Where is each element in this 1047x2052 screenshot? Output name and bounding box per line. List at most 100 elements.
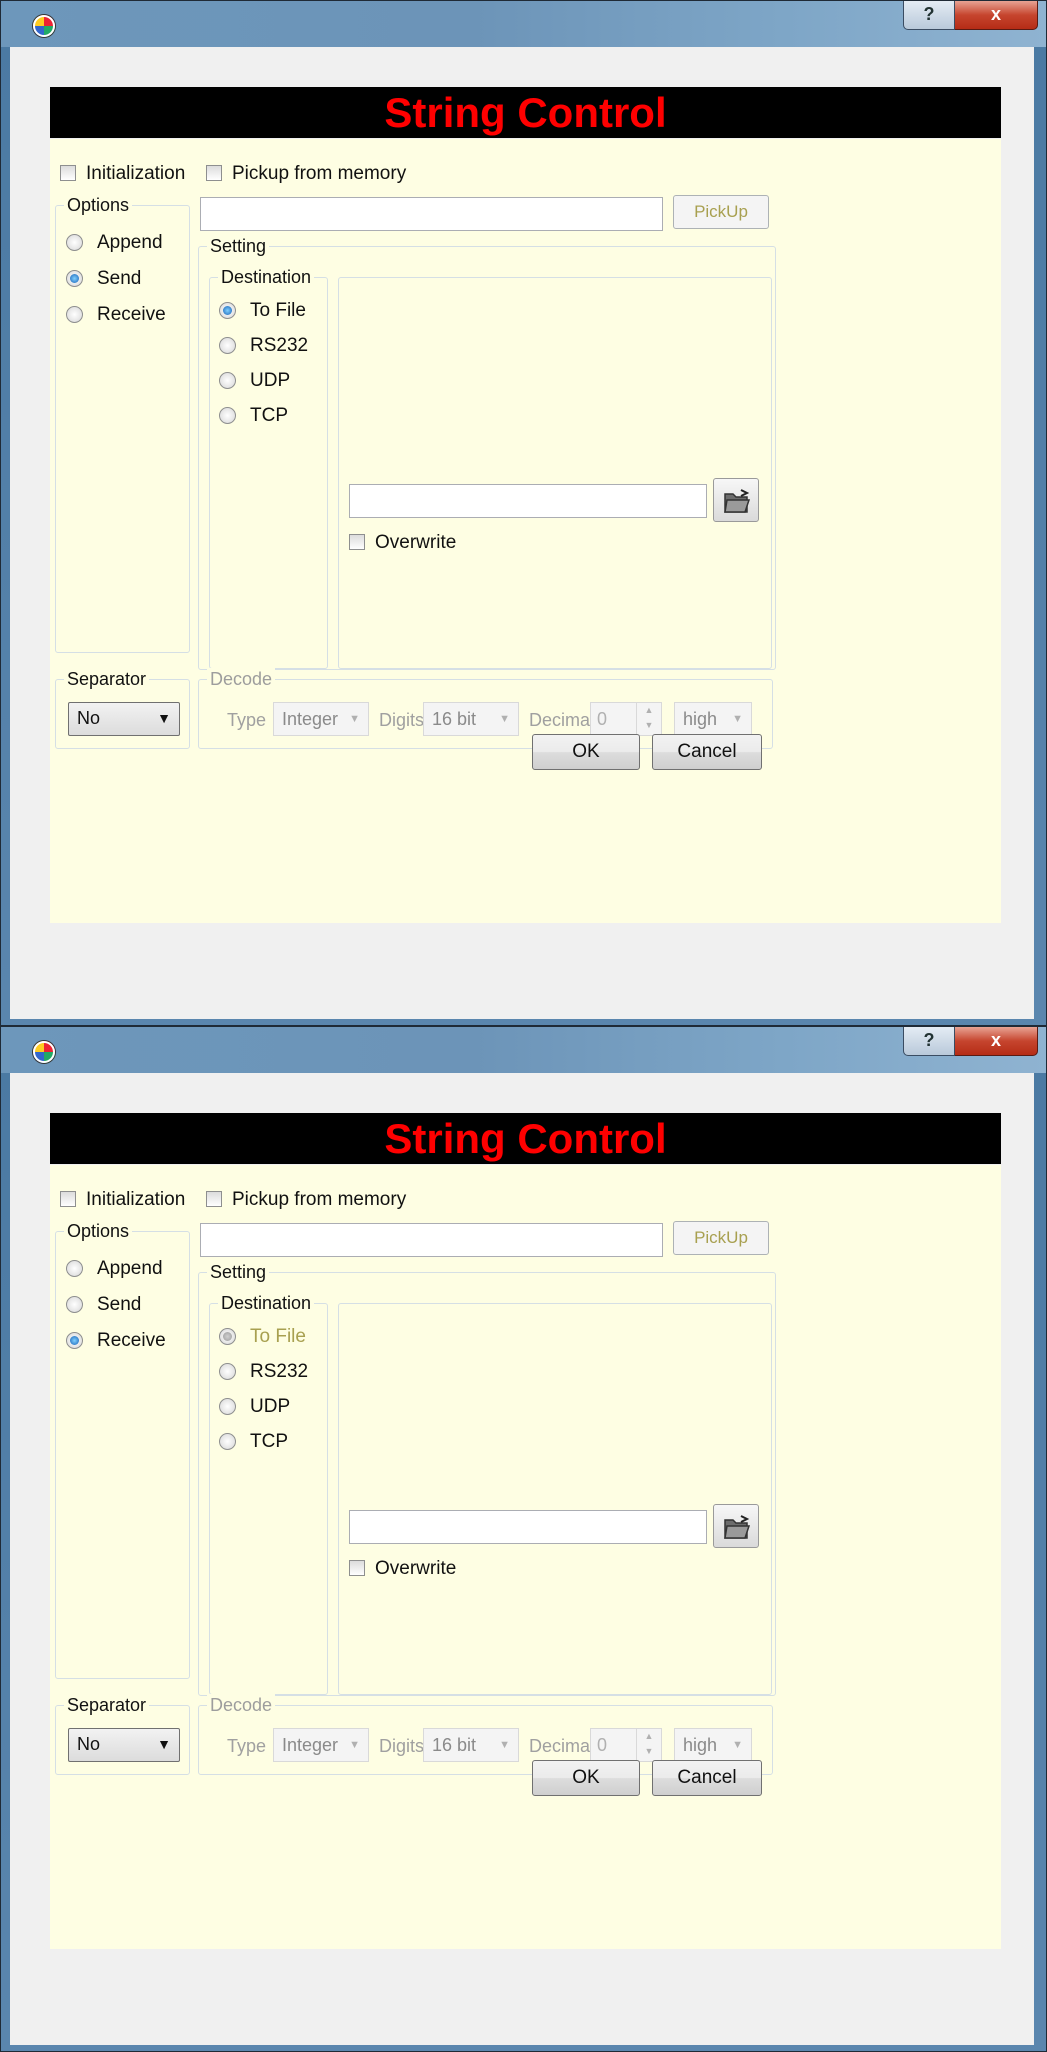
file-path-input[interactable] bbox=[349, 484, 707, 518]
initialization-checkbox[interactable]: Initialization bbox=[60, 163, 185, 185]
setting-title: Setting bbox=[207, 235, 270, 257]
dialog-send: ? x String Control Initialization Pickup… bbox=[0, 0, 1047, 1026]
pickup-input[interactable] bbox=[200, 197, 663, 231]
separator-select[interactable]: No ▼ bbox=[68, 1728, 180, 1762]
folder-open-icon bbox=[724, 489, 751, 513]
destination-tcp-label: TCP bbox=[250, 405, 288, 426]
options-title: Options bbox=[64, 1220, 133, 1242]
pickup-button[interactable]: PickUp bbox=[673, 1221, 769, 1255]
pickup-button[interactable]: PickUp bbox=[673, 195, 769, 229]
endian-select[interactable]: high ▼ bbox=[674, 1728, 752, 1762]
decimal-value: 0 bbox=[597, 709, 608, 729]
main-panel: Initialization Pickup from memory Option… bbox=[50, 139, 1001, 923]
pickup-checkbox[interactable]: Pickup from memory bbox=[206, 1189, 406, 1211]
endian-select[interactable]: high ▼ bbox=[674, 702, 752, 736]
pickup-input[interactable] bbox=[200, 1223, 663, 1257]
setting-group: Setting Destination To File RS232 UDP TC… bbox=[198, 1261, 776, 1696]
dropdown-arrow-icon: ▼ bbox=[349, 713, 360, 725]
help-button[interactable]: ? bbox=[903, 1, 955, 30]
folder-open-icon bbox=[724, 1515, 751, 1539]
destination-rs232-label: RS232 bbox=[250, 1361, 309, 1382]
pickup-label: Pickup from memory bbox=[232, 163, 407, 184]
option-append-label: Append bbox=[97, 232, 163, 253]
separator-value: No bbox=[77, 708, 101, 728]
type-label: Type bbox=[227, 710, 267, 730]
dropdown-arrow-icon: ▼ bbox=[732, 713, 743, 725]
initialization-label: Initialization bbox=[86, 1189, 186, 1210]
decimal-spinner[interactable]: 0 ▲ ▼ bbox=[590, 702, 662, 736]
dropdown-arrow-icon: ▼ bbox=[732, 1739, 743, 1751]
destination-tcp-radio[interactable]: TCP bbox=[219, 405, 288, 427]
banner-title: String Control bbox=[50, 1113, 1001, 1164]
help-button[interactable]: ? bbox=[903, 1027, 955, 1056]
setting-group: Setting Destination To File RS232 UDP TC… bbox=[198, 235, 776, 670]
destination-tcp-radio[interactable]: TCP bbox=[219, 1431, 288, 1453]
title-bar[interactable]: ? x bbox=[1, 1027, 1046, 1073]
option-send-radio[interactable]: Send bbox=[66, 268, 141, 290]
overwrite-checkbox[interactable]: Overwrite bbox=[349, 1558, 456, 1580]
digits-value: 16 bit bbox=[432, 709, 477, 729]
digits-select[interactable]: 16 bit ▼ bbox=[423, 1728, 519, 1762]
type-select[interactable]: Integer ▼ bbox=[273, 702, 369, 736]
decimal-spinner[interactable]: 0 ▲ ▼ bbox=[590, 1728, 662, 1762]
destination-group: Destination To File RS232 UDP TCP bbox=[209, 266, 328, 669]
digits-select[interactable]: 16 bit ▼ bbox=[423, 702, 519, 736]
separator-group: Separator No ▼ bbox=[55, 1694, 190, 1775]
title-bar[interactable]: ? x bbox=[1, 1, 1046, 47]
spin-arrows-icon[interactable]: ▲ ▼ bbox=[636, 703, 661, 735]
option-receive-radio[interactable]: Receive bbox=[66, 1330, 166, 1352]
spin-arrows-icon[interactable]: ▲ ▼ bbox=[636, 1729, 661, 1761]
option-receive-radio[interactable]: Receive bbox=[66, 304, 166, 326]
main-panel: Initialization Pickup from memory Option… bbox=[50, 1165, 1001, 1949]
destination-udp-radio[interactable]: UDP bbox=[219, 1396, 290, 1418]
separator-group: Separator No ▼ bbox=[55, 668, 190, 749]
ok-button[interactable]: OK bbox=[532, 1760, 640, 1796]
app-icon[interactable] bbox=[33, 15, 55, 37]
decimal-value: 0 bbox=[597, 1735, 608, 1755]
option-receive-label: Receive bbox=[97, 304, 166, 325]
type-label: Type bbox=[227, 1736, 267, 1756]
digits-value: 16 bit bbox=[432, 1735, 477, 1755]
options-group: Options Append Send Receive bbox=[55, 194, 190, 653]
options-title: Options bbox=[64, 194, 133, 216]
overwrite-checkbox[interactable]: Overwrite bbox=[349, 532, 456, 554]
separator-title: Separator bbox=[64, 668, 150, 690]
destination-udp-label: UDP bbox=[250, 370, 291, 391]
initialization-checkbox[interactable]: Initialization bbox=[60, 1189, 185, 1211]
type-select[interactable]: Integer ▼ bbox=[273, 1728, 369, 1762]
browse-folder-button[interactable] bbox=[713, 1504, 759, 1548]
file-path-input[interactable] bbox=[349, 1510, 707, 1544]
cancel-button[interactable]: Cancel bbox=[652, 1760, 762, 1796]
destination-rs232-radio[interactable]: RS232 bbox=[219, 1361, 308, 1383]
browse-folder-button[interactable] bbox=[713, 478, 759, 522]
destination-udp-label: UDP bbox=[250, 1396, 291, 1417]
pickup-label: Pickup from memory bbox=[232, 1189, 407, 1210]
option-append-radio[interactable]: Append bbox=[66, 1258, 163, 1280]
type-value: Integer bbox=[282, 709, 339, 729]
destination-tofile-radio[interactable]: To File bbox=[219, 300, 306, 322]
option-send-label: Send bbox=[97, 268, 142, 289]
dropdown-arrow-icon: ▼ bbox=[157, 1736, 171, 1752]
option-receive-label: Receive bbox=[97, 1330, 166, 1351]
decimal-label: Decimal bbox=[529, 1736, 595, 1756]
close-button[interactable]: x bbox=[955, 1027, 1038, 1056]
pickup-checkbox[interactable]: Pickup from memory bbox=[206, 163, 406, 185]
app-icon[interactable] bbox=[33, 1041, 55, 1063]
close-button[interactable]: x bbox=[955, 1, 1038, 30]
destination-rs232-radio[interactable]: RS232 bbox=[219, 335, 308, 357]
destination-title: Destination bbox=[218, 1292, 315, 1314]
separator-select[interactable]: No ▼ bbox=[68, 702, 180, 736]
decimal-label: Decimal bbox=[529, 710, 595, 730]
option-send-radio[interactable]: Send bbox=[66, 1294, 141, 1316]
ok-button[interactable]: OK bbox=[532, 734, 640, 770]
decode-title: Decode bbox=[207, 668, 276, 690]
option-send-label: Send bbox=[97, 1294, 142, 1315]
option-append-radio[interactable]: Append bbox=[66, 232, 163, 254]
overwrite-label: Overwrite bbox=[375, 532, 457, 553]
option-append-label: Append bbox=[97, 1258, 163, 1279]
cancel-button[interactable]: Cancel bbox=[652, 734, 762, 770]
destination-udp-radio[interactable]: UDP bbox=[219, 370, 290, 392]
setting-title: Setting bbox=[207, 1261, 270, 1283]
destination-tofile-radio[interactable]: To File bbox=[219, 1326, 306, 1348]
endian-value: high bbox=[683, 1735, 718, 1755]
